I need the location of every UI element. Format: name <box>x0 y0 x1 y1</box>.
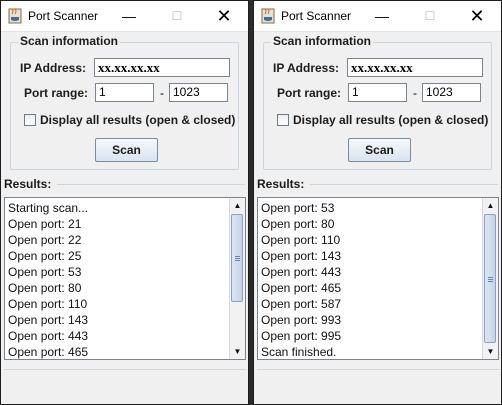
results-divider <box>310 184 498 185</box>
scroll-up-arrow-icon[interactable]: ▲ <box>230 198 245 213</box>
port-range-dash: - <box>413 86 417 100</box>
results-scrollbar[interactable]: ▲ ▼ <box>482 198 498 359</box>
result-line: Open port: 53 <box>261 201 335 215</box>
title-bar[interactable]: Port Scanner — ☐ ✕ <box>1 1 248 32</box>
port-range-label: Port range: <box>24 86 89 100</box>
scan-information-group: Scan information IP Address: xx.xx.xx.xx… <box>263 34 492 170</box>
status-bar-divider <box>257 369 499 371</box>
port-to-input[interactable]: 1023 <box>422 83 481 102</box>
grip-line <box>488 281 493 282</box>
maximize-button[interactable]: ☐ <box>414 1 446 31</box>
result-line: Open port: 80 <box>8 281 82 295</box>
maximize-button[interactable]: ☐ <box>161 1 193 31</box>
scroll-down-arrow-icon[interactable]: ▼ <box>230 344 245 359</box>
result-line: Open port: 993 <box>261 313 342 327</box>
result-line: Open port: 110 <box>8 297 88 311</box>
scan-button[interactable]: Scan <box>348 138 411 162</box>
display-all-checkbox[interactable] <box>277 114 289 126</box>
result-line: Open port: 443 <box>8 329 89 343</box>
grip-line <box>235 258 240 259</box>
result-line: Open port: 22 <box>8 233 82 247</box>
ip-address-input[interactable]: xx.xx.xx.xx <box>347 58 483 77</box>
result-line: Open port: 143 <box>261 249 342 263</box>
results-text-area[interactable]: Open port: 53 Open port: 80 Open port: 1… <box>257 197 499 360</box>
scan-information-group: Scan information IP Address: xx.xx.xx.xx… <box>10 34 239 170</box>
grip-line <box>488 279 493 280</box>
status-bar-divider <box>4 369 246 371</box>
display-all-label[interactable]: Display all results (open & closed) <box>40 113 235 127</box>
scroll-down-arrow-icon[interactable]: ▼ <box>483 344 498 359</box>
result-line: Open port: 465 <box>261 281 342 295</box>
display-all-label[interactable]: Display all results (open & closed) <box>293 113 488 127</box>
port-from-input[interactable]: 1 <box>95 83 154 102</box>
results-divider <box>57 184 245 185</box>
port-range-dash: - <box>160 86 164 100</box>
results-text-area[interactable]: Starting scan... Open port: 21 Open port… <box>4 197 246 360</box>
port-to-input[interactable]: 1023 <box>169 83 228 102</box>
ip-address-label: IP Address: <box>20 61 87 75</box>
scrollbar-thumb[interactable] <box>231 214 243 302</box>
scan-information-legend: Scan information <box>271 34 374 48</box>
grip-line <box>235 260 240 261</box>
java-app-icon <box>8 8 22 24</box>
result-line: Open port: 110 <box>261 233 341 247</box>
scrollbar-thumb[interactable] <box>484 214 496 343</box>
port-scanner-window: Port Scanner — ☐ ✕ Scan information IP A… <box>0 0 249 405</box>
close-button[interactable]: ✕ <box>208 1 240 31</box>
close-button[interactable]: ✕ <box>461 1 493 31</box>
minimize-button[interactable]: — <box>113 1 145 31</box>
window-title: Port Scanner <box>28 9 99 23</box>
scroll-up-arrow-icon[interactable]: ▲ <box>483 198 498 213</box>
port-scanner-window: Port Scanner — ☐ ✕ Scan information IP A… <box>253 0 502 405</box>
port-from-input[interactable]: 1 <box>348 83 407 102</box>
result-line: Open port: 53 <box>8 265 82 279</box>
result-line: Open port: 465 <box>8 345 89 359</box>
result-line: Open port: 80 <box>261 217 335 231</box>
results-label: Results: <box>257 177 305 191</box>
result-line: Starting scan... <box>8 201 89 215</box>
results-list: Starting scan... Open port: 21 Open port… <box>8 200 228 360</box>
port-range-label: Port range: <box>277 86 342 100</box>
ip-address-input[interactable]: xx.xx.xx.xx <box>94 58 230 77</box>
java-app-icon <box>261 8 275 24</box>
results-label: Results: <box>4 177 52 191</box>
result-line: Scan finished. <box>261 345 337 359</box>
result-line: Open port: 587 <box>261 297 342 311</box>
grip-line <box>488 277 493 278</box>
result-line: Open port: 143 <box>8 313 89 327</box>
result-line: Open port: 21 <box>8 217 82 231</box>
grip-line <box>235 256 240 257</box>
window-title: Port Scanner <box>281 9 352 23</box>
display-all-checkbox[interactable] <box>24 114 36 126</box>
ip-address-label: IP Address: <box>273 61 340 75</box>
result-line: Open port: 995 <box>261 329 342 343</box>
scan-button[interactable]: Scan <box>95 138 158 162</box>
results-scrollbar[interactable]: ▲ ▼ <box>229 198 245 359</box>
scan-information-legend: Scan information <box>18 34 121 48</box>
result-line: Open port: 443 <box>261 265 342 279</box>
minimize-button[interactable]: — <box>366 1 398 31</box>
result-line: Open port: 25 <box>8 249 82 263</box>
title-bar[interactable]: Port Scanner — ☐ ✕ <box>254 1 501 32</box>
results-list: Open port: 53 Open port: 80 Open port: 1… <box>261 200 481 360</box>
